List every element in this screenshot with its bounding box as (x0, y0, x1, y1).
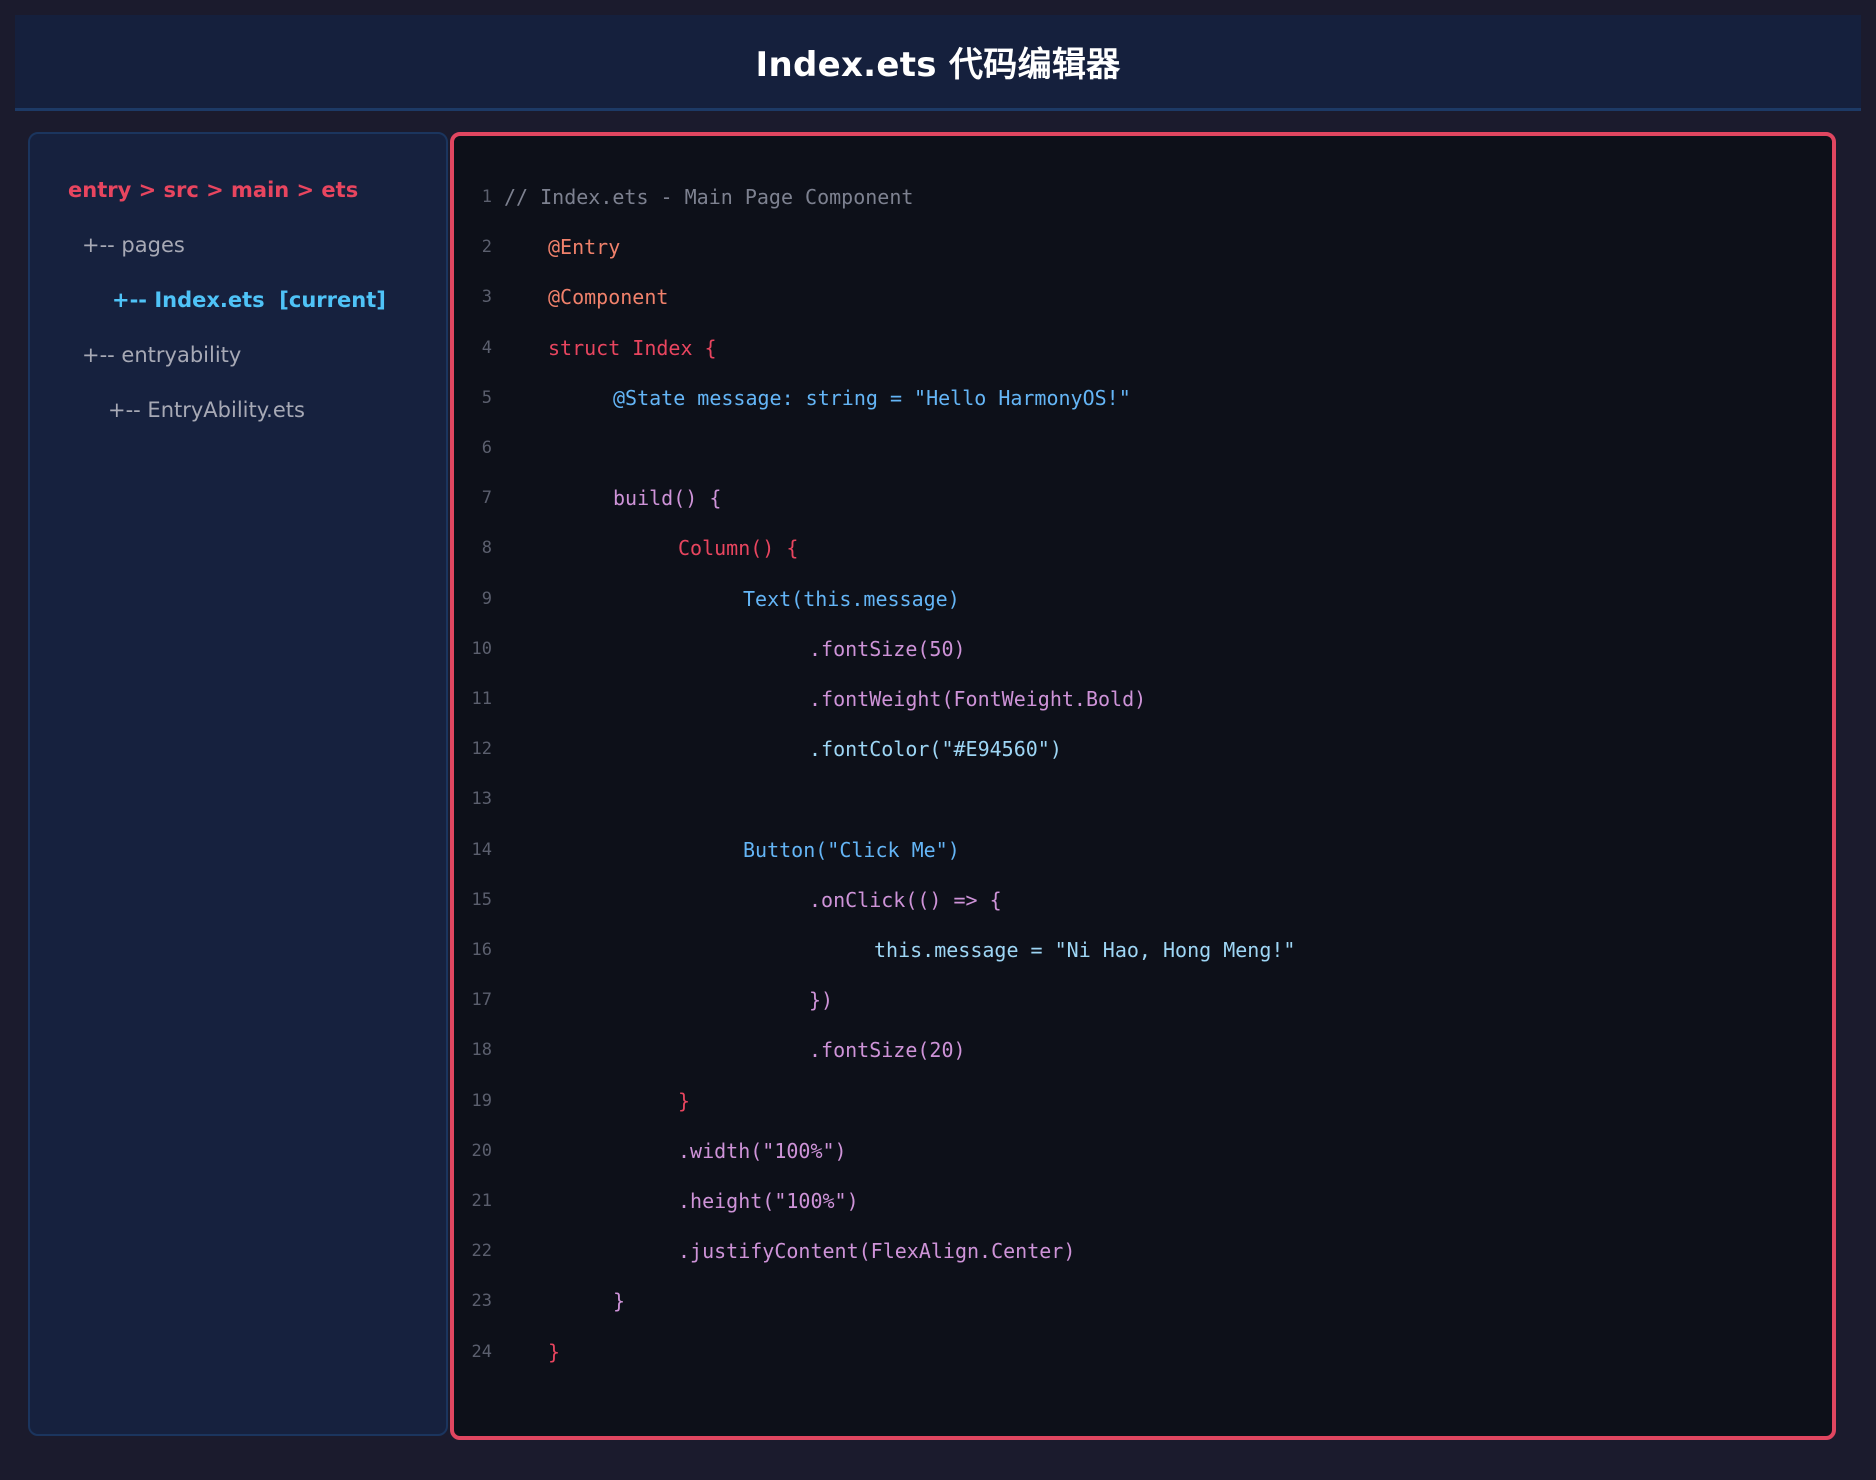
code-text: .height("100%") (678, 1189, 859, 1213)
code-text: .width("100%") (678, 1138, 847, 1163)
code-line[interactable]: 9 Text(this.message) (454, 574, 1832, 624)
code-line[interactable]: 20 .width("100%") (454, 1126, 1832, 1176)
line-number: 22 (471, 1241, 492, 1262)
code-line[interactable]: 2 @Entry (454, 222, 1832, 272)
line-number: 11 (471, 689, 492, 709)
line-number: 18 (471, 1040, 492, 1061)
code-text: .fontSize(20) (809, 1038, 966, 1063)
tree-item-pages[interactable]: +-- pages (82, 233, 185, 257)
code-line[interactable]: 16 this.message = "Ni Hao, Hong Meng!" (454, 925, 1832, 975)
code-line[interactable]: 12 .fontColor("#E94560") (454, 724, 1832, 774)
code-text: Button("Click Me") (743, 837, 960, 862)
code-line[interactable]: 15 .onClick(() => { (454, 875, 1832, 925)
code-text: }) (809, 988, 834, 1013)
code-line[interactable]: 18 .fontSize(20) (454, 1025, 1832, 1075)
code-line[interactable]: 24} (454, 1327, 1832, 1377)
line-number: 19 (471, 1090, 492, 1111)
code-text: @Entry (548, 235, 621, 260)
code-line[interactable]: 19} (454, 1076, 1832, 1126)
code-text: this.message = "Ni Hao, Hong Meng!" (874, 938, 1296, 962)
line-number: 10 (471, 638, 492, 659)
code-text: @Component (548, 285, 669, 310)
tree-item-index-ets[interactable]: +-- Index.ets [current] (112, 288, 386, 312)
line-number: 9 (481, 588, 492, 609)
code-line[interactable]: 21 .height("100%") (454, 1176, 1832, 1226)
code-line[interactable]: 7 build() { (454, 473, 1832, 523)
code-line[interactable]: 13 (454, 774, 1832, 824)
code-line[interactable]: 1 // Index.ets - Main Page Component (454, 172, 1832, 222)
code-line[interactable]: 6 (454, 423, 1832, 473)
code-line[interactable]: 22 .justifyContent(FlexAlign.Center) (454, 1226, 1832, 1276)
window-title: Index.ets 代码编辑器 (755, 45, 1121, 85)
line-number: 6 (481, 438, 492, 458)
code-line[interactable]: 3 @Component (454, 272, 1832, 322)
line-number: 13 (471, 789, 492, 810)
line-number: 2 (481, 237, 492, 258)
code-editor[interactable]: 1 // Index.ets - Main Page Component 2 @Ent… (450, 132, 1836, 1440)
code-line[interactable]: 5 @State message: string = "Hello Harmony… (454, 373, 1832, 423)
code-text: build() { (613, 486, 722, 511)
code-line[interactable]: 14 Button("Click Me") (454, 825, 1832, 875)
line-number: 12 (471, 739, 492, 760)
code-line[interactable]: 8 Column() { (454, 523, 1832, 573)
line-number: 5 (481, 387, 492, 408)
line-number: 23 (471, 1291, 492, 1312)
line-number: 3 (481, 287, 492, 308)
code-line[interactable]: 17}) (454, 975, 1832, 1025)
code-line[interactable]: 23} (454, 1276, 1832, 1326)
code-line[interactable]: 11 .fontWeight(FontWeight.Bold) (454, 674, 1832, 724)
code-text: // Index.ets - Main Page Component (504, 185, 914, 209)
line-number: 16 (471, 940, 492, 960)
code-text: } (613, 1289, 626, 1314)
line-number: 15 (471, 889, 492, 910)
code-text: } (678, 1088, 691, 1113)
line-number: 17 (471, 990, 492, 1011)
editor-window: Index.ets 代码编辑器 entry > src > main > ets… (0, 0, 1876, 1480)
line-number: 8 (481, 538, 492, 559)
line-number: 20 (471, 1140, 492, 1161)
code-text: .fontColor("#E94560") (809, 737, 1062, 762)
code-text: Column() { (678, 536, 799, 561)
code-text: .onClick(() => { (809, 887, 1002, 912)
code-text: } (548, 1339, 561, 1364)
line-number: 24 (471, 1341, 492, 1362)
code-line[interactable]: 10 .fontSize(50) (454, 624, 1832, 674)
code-text: Text(this.message) (743, 586, 960, 611)
code-text: .fontSize(50) (809, 636, 966, 661)
line-number: 21 (471, 1191, 492, 1211)
code-text: struct Index { (548, 335, 717, 360)
file-tree-panel: entry > src > main > ets +-- pages +-- I… (28, 132, 448, 1436)
breadcrumb: entry > src > main > ets (68, 178, 359, 202)
code-line[interactable]: 4 struct Index { (454, 323, 1832, 373)
tree-item-entryability-ets[interactable]: +-- EntryAbility.ets (108, 398, 305, 422)
tree-item-entryability[interactable]: +-- entryability (82, 343, 241, 367)
line-number: 14 (471, 839, 492, 860)
code-text: @State message: string = "Hello HarmonyO… (613, 385, 1131, 410)
line-number: 1 (481, 187, 492, 207)
line-number: 4 (481, 337, 492, 358)
title-bar: Index.ets 代码编辑器 (15, 15, 1861, 111)
code-text: .justifyContent(FlexAlign.Center) (678, 1239, 1076, 1264)
code-text: .fontWeight(FontWeight.Bold) (809, 687, 1147, 711)
line-number: 7 (481, 488, 492, 509)
